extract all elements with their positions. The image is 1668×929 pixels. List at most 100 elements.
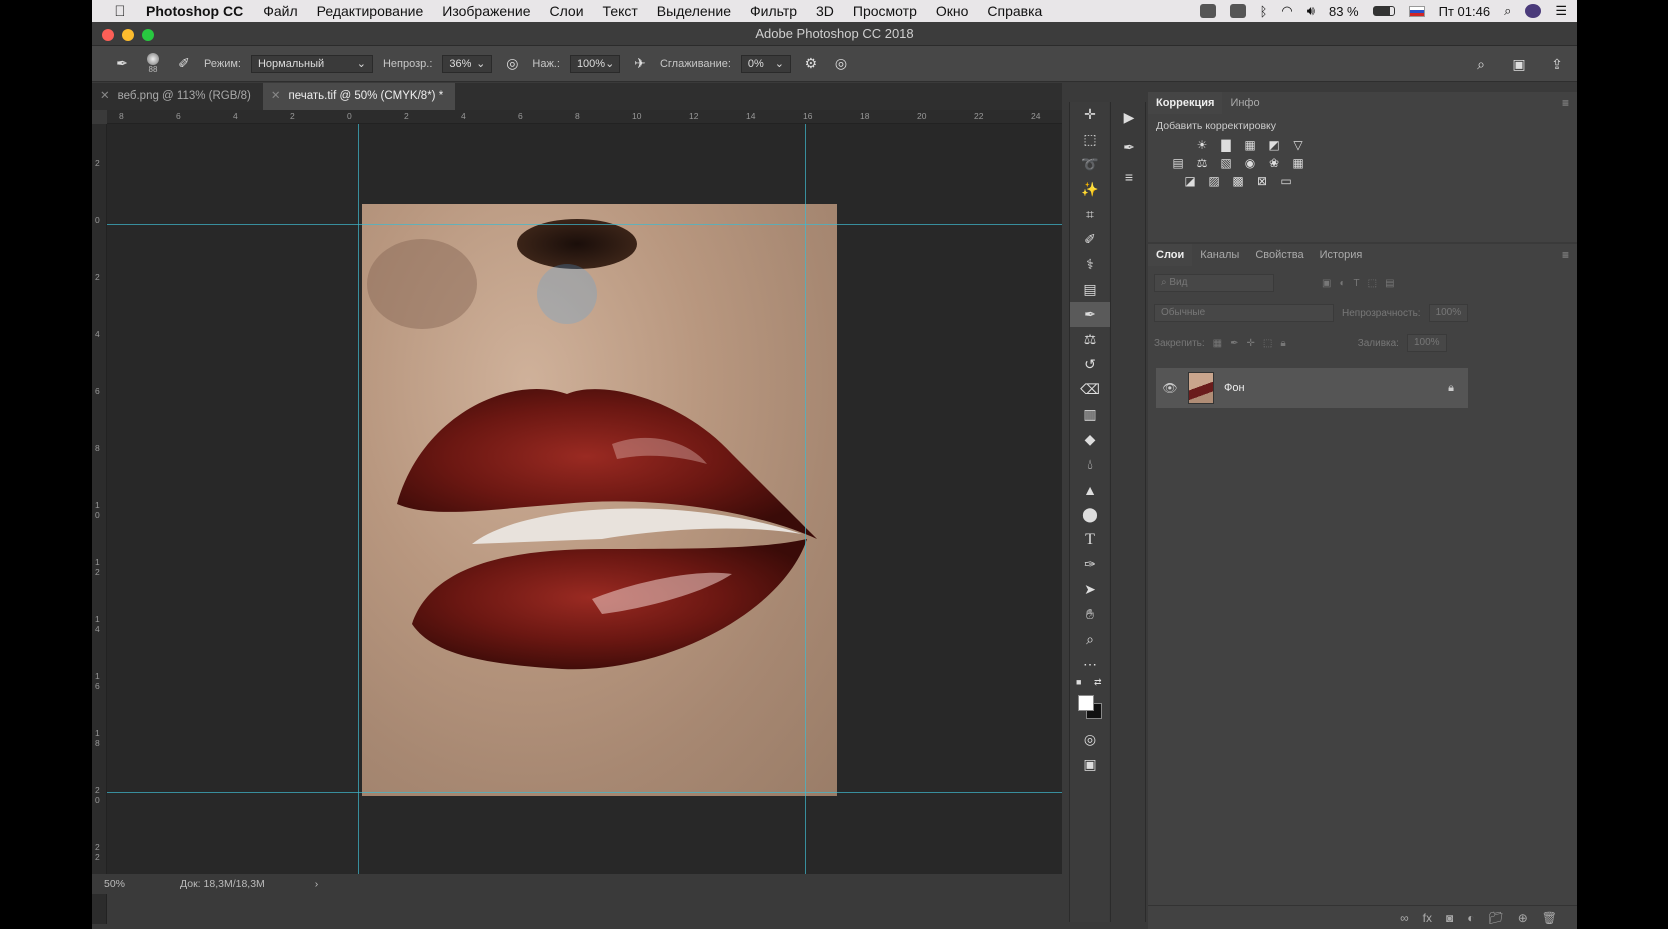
menu-layers[interactable]: Слои (550, 3, 584, 19)
lock-artboard-icon[interactable]: ⬚ (1263, 338, 1272, 349)
ruler-vertical[interactable]: 2 0 2 4 6 8 1 0 1 2 1 4 1 6 1 8 2 0 2 2 (92, 124, 107, 924)
lips-photo[interactable] (362, 204, 837, 796)
zoom-window-button[interactable] (142, 29, 154, 41)
brush-size-picker[interactable]: 88 (142, 53, 164, 74)
marquee-tool-icon[interactable]: ⬚ (1070, 127, 1110, 152)
swap-colors-icon[interactable]: ⇄ (1094, 677, 1102, 688)
pressure-size-icon[interactable]: ◎ (831, 54, 851, 74)
type-tool-icon[interactable]: T (1070, 527, 1110, 552)
lock-all-icon[interactable]: 🔒︎ (1280, 338, 1285, 349)
share-icon[interactable]: ⇪ (1547, 54, 1567, 74)
link-layers-icon[interactable]: ∞ (1400, 911, 1409, 925)
foreground-color-swatch[interactable] (1078, 695, 1094, 711)
layer-opacity-field[interactable]: 100% (1428, 304, 1469, 322)
tab-properties[interactable]: Свойства (1247, 244, 1311, 266)
brush-tool-preset-icon[interactable]: ✒ (112, 54, 132, 74)
bluetooth-icon[interactable]: ᛒ (1260, 4, 1268, 19)
selective-color-icon[interactable]: ⊠ (1254, 174, 1270, 188)
filter-shape-icon[interactable]: ⬚ (1368, 278, 1377, 289)
dodge-tool-icon[interactable]: ⬤ (1070, 502, 1110, 527)
dropbox-icon[interactable] (1229, 4, 1246, 18)
status-menu-arrow-icon[interactable]: › (315, 878, 319, 890)
layer-name[interactable]: Фон (1224, 382, 1448, 394)
tab-adjustments[interactable]: Коррекция (1148, 92, 1223, 114)
black-white-icon[interactable]: ▧ (1218, 156, 1234, 170)
color-balance-icon[interactable]: ⚖ (1194, 156, 1210, 170)
volume-icon[interactable]: 🔊︎ (1307, 3, 1315, 19)
tab-web-png[interactable]: ✕ веб.png @ 113% (RGB/8) (92, 83, 263, 110)
pressure-opacity-icon[interactable]: ◎ (502, 54, 522, 74)
layer-kind-filter[interactable]: ⌕ Вид (1154, 274, 1274, 292)
add-mask-icon[interactable]: ◙ (1446, 911, 1453, 925)
curves-icon[interactable]: ▦ (1242, 138, 1258, 152)
brush-settings-icon[interactable]: ✐ (174, 54, 194, 74)
siri-icon[interactable] (1525, 4, 1542, 18)
zoom-tool-icon[interactable]: ⌕ (1070, 627, 1110, 652)
tab-layers[interactable]: Слои (1148, 244, 1193, 266)
menu-text[interactable]: Текст (603, 3, 638, 19)
invert-icon[interactable]: ◪ (1182, 174, 1198, 188)
menu-edit[interactable]: Редактирование (317, 3, 424, 19)
airbrush-icon[interactable]: ✈ (630, 54, 650, 74)
menu-image[interactable]: Изображение (442, 3, 530, 19)
lock-pixels-icon[interactable]: ✒ (1230, 338, 1238, 349)
menu-filter[interactable]: Фильтр (750, 3, 797, 19)
workspace-switcher-icon[interactable]: ▣ (1509, 54, 1529, 74)
crop-tool-icon[interactable]: ⌗ (1070, 202, 1110, 227)
battery-icon[interactable] (1372, 6, 1395, 16)
healing-brush-tool-icon[interactable]: ⚕ (1070, 252, 1110, 277)
clone-stamp-tool-icon[interactable]: ⚖ (1070, 327, 1110, 352)
guide-vertical[interactable] (805, 124, 806, 874)
eyedropper-tool-icon[interactable]: ✐ (1070, 227, 1110, 252)
smoothing-settings-gear-icon[interactable]: ⚙ (801, 54, 821, 74)
canvas-area[interactable] (107, 124, 1062, 874)
color-lookup-icon[interactable]: ▦ (1290, 156, 1306, 170)
brush-presets-icon[interactable]: ✒ (1111, 132, 1147, 162)
move-tool-icon[interactable]: ✛ (1070, 102, 1110, 127)
adjust-sliders-icon[interactable]: ≡ (1111, 162, 1147, 192)
new-group-folder-icon[interactable]: 📁︎ (1488, 911, 1503, 925)
menu-select[interactable]: Выделение (657, 3, 731, 19)
close-tab-icon[interactable]: ✕ (271, 83, 281, 110)
ruler-horizontal[interactable]: 8 6 4 2 0 2 4 6 8 10 12 14 16 18 20 22 24 (107, 110, 1062, 124)
blur-tool-icon[interactable]: 💧︎ (1070, 452, 1110, 477)
hand-tool-icon[interactable]: ✋︎ (1070, 602, 1110, 627)
color-swatches[interactable]: ■ ⇄ (1070, 677, 1109, 727)
guide-horizontal[interactable] (107, 792, 1062, 793)
pressure-field[interactable]: 100% ⌄ (569, 54, 620, 73)
more-tools-icon[interactable]: ⋯ (1070, 652, 1110, 677)
menu-window[interactable]: Окно (936, 3, 969, 19)
lock-position-icon[interactable]: ✛ (1247, 338, 1255, 349)
tab-info[interactable]: Инфо (1222, 92, 1267, 114)
threshold-icon[interactable]: ▩ (1230, 174, 1246, 188)
tab-print-tif[interactable]: ✕ печать.tif @ 50% (CMYK/8*) * (262, 83, 456, 110)
wifi-icon[interactable]: ◠ (1281, 3, 1292, 19)
tab-history[interactable]: История (1312, 244, 1371, 266)
mode-dropdown[interactable]: Нормальный ⌄ (250, 54, 373, 73)
spotlight-search-icon[interactable]: ⌕ (1504, 3, 1511, 19)
apple-icon[interactable]:  (102, 3, 138, 20)
gradient-tool-icon[interactable]: ▥ (1070, 402, 1110, 427)
tab-channels[interactable]: Каналы (1192, 244, 1247, 266)
notification-center-icon[interactable]: ☰ (1555, 3, 1567, 19)
gradient-map-icon[interactable]: ▭ (1278, 174, 1294, 188)
brush-tool-icon[interactable]: ✒ (1070, 302, 1110, 327)
filter-pixel-icon[interactable]: ▣ (1322, 278, 1331, 289)
visibility-eye-icon[interactable]: 👁︎ (1156, 381, 1184, 395)
lasso-tool-icon[interactable]: ➰ (1070, 152, 1110, 177)
layer-row[interactable]: 👁︎ Фон 🔒︎ (1156, 368, 1468, 408)
new-layer-icon[interactable]: ⊕ (1518, 911, 1528, 925)
patch-tool-icon[interactable]: ▤ (1070, 277, 1110, 302)
blend-mode-dropdown[interactable]: Обычные (1154, 304, 1334, 322)
history-brush-tool-icon[interactable]: ↺ (1070, 352, 1110, 377)
input-language-flag-icon[interactable] (1408, 5, 1425, 17)
play-actions-icon[interactable]: ▶ (1111, 102, 1147, 132)
pen-tool-icon[interactable]: ✑ (1070, 552, 1110, 577)
search-icon[interactable]: ⌕ (1471, 54, 1491, 74)
close-tab-icon[interactable]: ✕ (100, 83, 110, 110)
posterize-icon[interactable]: ▨ (1206, 174, 1222, 188)
exposure-icon[interactable]: ◩ (1266, 138, 1282, 152)
clock[interactable]: Пт 01:46 (1439, 4, 1490, 19)
sharpen-tool-icon[interactable]: ▲ (1070, 477, 1110, 502)
menu-file[interactable]: Файл (263, 3, 297, 19)
